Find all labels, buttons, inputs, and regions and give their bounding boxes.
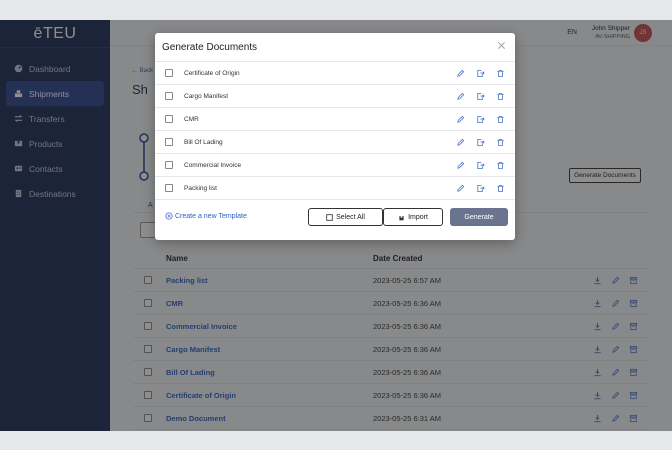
export-icon[interactable]	[476, 161, 485, 170]
template-actions	[456, 69, 505, 78]
edit-icon[interactable]	[456, 138, 465, 147]
trash-icon[interactable]	[496, 115, 505, 124]
select-all-button[interactable]: Select All	[308, 208, 383, 226]
trash-icon[interactable]	[496, 161, 505, 170]
generate-button[interactable]: Generate	[450, 208, 508, 226]
import-button[interactable]: Import	[383, 208, 443, 226]
template-row: CMR	[155, 108, 515, 131]
trash-icon[interactable]	[496, 69, 505, 78]
template-checkbox[interactable]	[165, 115, 173, 123]
template-name: Bill Of Lading	[184, 138, 223, 146]
template-name: CMR	[184, 115, 199, 123]
create-template-label: Create a new Template	[175, 212, 247, 220]
template-actions	[456, 184, 505, 193]
template-name: Cargo Manifest	[184, 92, 229, 100]
export-icon[interactable]	[476, 92, 485, 101]
edit-icon[interactable]	[456, 115, 465, 124]
template-row: Certificate of Origin	[155, 62, 515, 85]
import-icon	[398, 213, 405, 221]
export-icon[interactable]	[476, 69, 485, 78]
app-window: ēTEU Dashboard Shipments Transfers	[0, 20, 672, 431]
template-checkbox[interactable]	[165, 69, 173, 77]
template-name: Packing list	[184, 184, 217, 192]
template-actions	[456, 115, 505, 124]
export-icon[interactable]	[476, 138, 485, 147]
edit-icon[interactable]	[456, 161, 465, 170]
create-template-link[interactable]: Create a new Template	[165, 212, 247, 220]
checkbox-icon	[326, 213, 333, 221]
template-actions	[456, 92, 505, 101]
template-checkbox[interactable]	[165, 161, 173, 169]
template-checkbox[interactable]	[165, 92, 173, 100]
template-row: Cargo Manifest	[155, 85, 515, 108]
trash-icon[interactable]	[496, 184, 505, 193]
generate-documents-modal: Generate Documents Certificate of Origin…	[155, 33, 515, 240]
edit-icon[interactable]	[456, 92, 465, 101]
modal-header: Generate Documents	[155, 33, 515, 62]
template-row: Packing list	[155, 177, 515, 200]
close-icon[interactable]	[496, 40, 506, 50]
template-row: Bill Of Lading	[155, 131, 515, 154]
edit-icon[interactable]	[456, 184, 465, 193]
modal-title: Generate Documents	[162, 42, 258, 53]
template-name: Certificate of Origin	[184, 69, 240, 77]
edit-icon[interactable]	[456, 69, 465, 78]
trash-icon[interactable]	[496, 138, 505, 147]
template-checkbox[interactable]	[165, 138, 173, 146]
trash-icon[interactable]	[496, 92, 505, 101]
template-checkbox[interactable]	[165, 184, 173, 192]
select-all-label: Select All	[336, 213, 365, 221]
modal-footer: Create a new Template Select All Import …	[155, 204, 515, 232]
template-name: Commercial Invoice	[184, 161, 242, 169]
template-row: Commercial Invoice	[155, 154, 515, 177]
export-icon[interactable]	[476, 184, 485, 193]
import-label: Import	[408, 213, 428, 221]
export-icon[interactable]	[476, 115, 485, 124]
plus-circle-icon	[165, 212, 173, 220]
template-actions	[456, 138, 505, 147]
template-actions	[456, 161, 505, 170]
